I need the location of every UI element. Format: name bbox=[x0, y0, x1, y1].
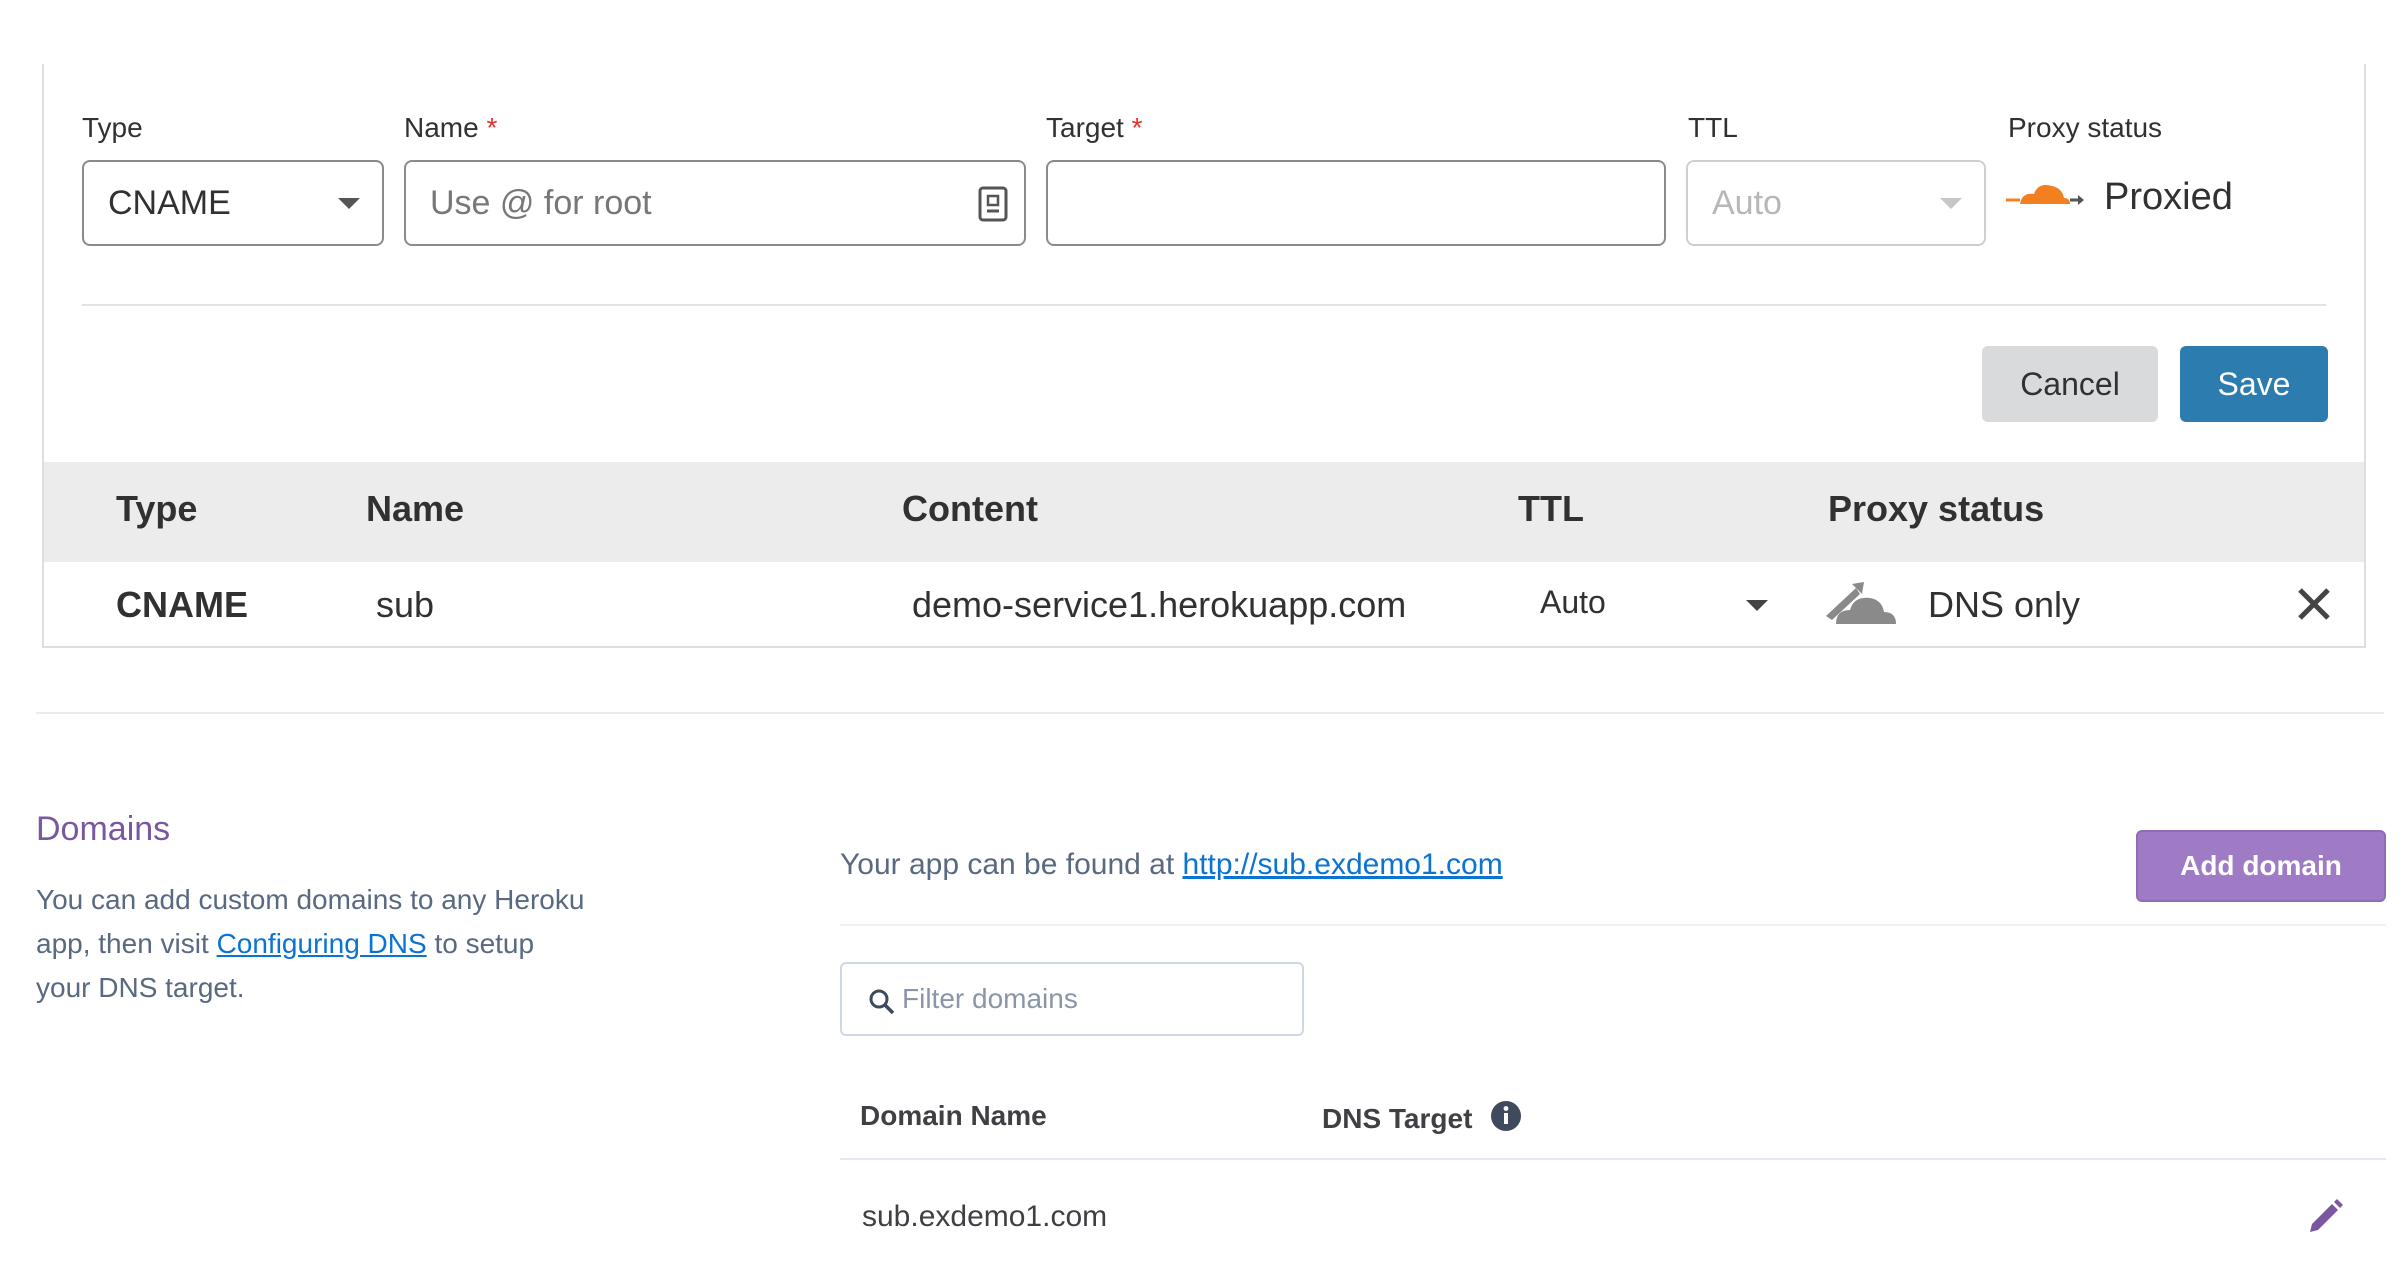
app-url-link[interactable]: http://sub.exdemo1.com bbox=[1183, 848, 1503, 881]
configuring-dns-link[interactable]: Configuring DNS bbox=[217, 928, 427, 959]
chevron-down-icon bbox=[1940, 198, 1962, 209]
cancel-button[interactable]: Cancel bbox=[1982, 346, 2158, 422]
proxied-cloud-icon[interactable] bbox=[2006, 174, 2086, 214]
delete-record-close-icon[interactable] bbox=[2296, 586, 2332, 622]
domain-row-name: sub.exdemo1.com bbox=[862, 1200, 1108, 1233]
save-button[interactable]: Save bbox=[2180, 346, 2328, 422]
edit-domain-pencil-icon[interactable] bbox=[2304, 1196, 2346, 1243]
filter-domains-placeholder: Filter domains bbox=[902, 983, 1078, 1014]
ttl-select-value: Auto bbox=[1712, 183, 1782, 222]
proxy-status-value: Proxied bbox=[2104, 176, 2233, 218]
chevron-down-icon bbox=[1746, 600, 1768, 611]
section-divider bbox=[36, 712, 2384, 714]
info-icon[interactable] bbox=[1490, 1100, 1522, 1139]
name-input[interactable]: Use @ for root bbox=[404, 160, 1026, 246]
name-label: Name * bbox=[404, 112, 498, 143]
add-domain-button[interactable]: Add domain bbox=[2136, 830, 2386, 902]
col-content: Content bbox=[902, 488, 1038, 529]
record-ttl-select[interactable]: Auto bbox=[1540, 584, 1780, 628]
target-input[interactable] bbox=[1046, 160, 1666, 246]
col-name: Name bbox=[366, 488, 465, 529]
proxy-status-label: Proxy status bbox=[2008, 112, 2163, 143]
ttl-label: TTL bbox=[1688, 112, 1738, 143]
col-ttl: TTL bbox=[1518, 488, 1584, 529]
chevron-down-icon bbox=[338, 198, 360, 209]
domains-divider bbox=[840, 924, 2386, 926]
record-type: CNAME bbox=[116, 584, 248, 625]
record-name: sub bbox=[376, 584, 435, 625]
col-type: Type bbox=[116, 488, 198, 529]
type-select[interactable]: CNAME bbox=[82, 160, 384, 246]
record-proxy-status: DNS only bbox=[1928, 584, 2081, 625]
type-select-value: CNAME bbox=[108, 183, 231, 222]
target-label: Target * bbox=[1046, 112, 1143, 143]
record-ttl-value: Auto bbox=[1540, 584, 1606, 620]
col-proxy-status: Proxy status bbox=[1828, 488, 2045, 529]
domains-description: You can add custom domains to any Heroku… bbox=[36, 884, 585, 1003]
form-divider bbox=[82, 304, 2326, 306]
ttl-select[interactable]: Auto bbox=[1686, 160, 1986, 246]
name-input-placeholder: Use @ for root bbox=[430, 183, 652, 222]
col-dns-target: DNS Target bbox=[1322, 1100, 1522, 1139]
col-domain-name: Domain Name bbox=[860, 1100, 1047, 1131]
type-label: Type bbox=[82, 112, 143, 143]
dns-only-cloud-icon[interactable] bbox=[1824, 576, 1904, 632]
app-url-text: Your app can be found at http://sub.exde… bbox=[840, 848, 1503, 881]
domains-title: Domains bbox=[36, 810, 171, 848]
domains-table-divider bbox=[840, 1158, 2386, 1160]
search-icon bbox=[868, 988, 896, 1023]
record-content: demo-service1.herokuapp.com bbox=[912, 584, 1407, 625]
password-manager-icon[interactable] bbox=[978, 186, 1008, 231]
filter-domains-input[interactable]: Filter domains bbox=[840, 962, 1304, 1036]
